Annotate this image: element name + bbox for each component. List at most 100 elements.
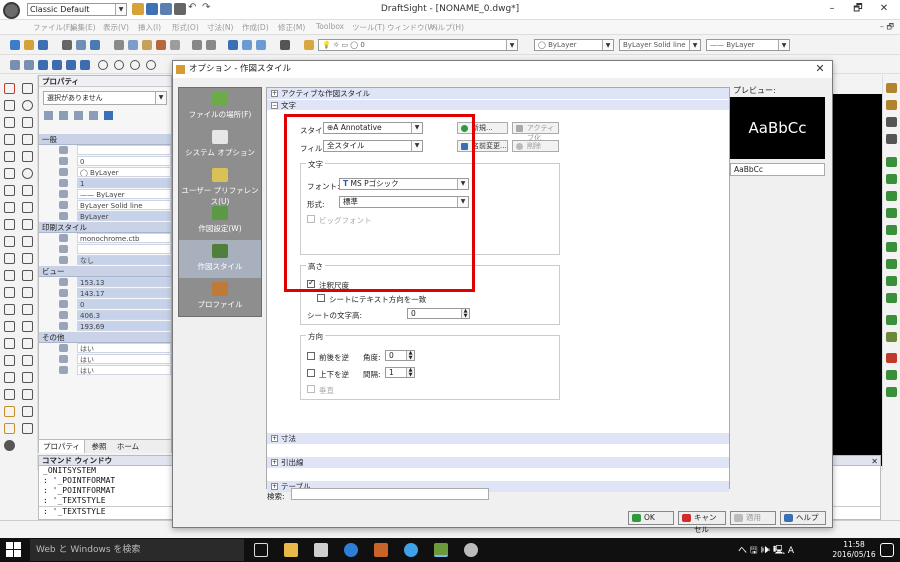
break-tool-icon[interactable] xyxy=(22,372,33,383)
nav-file-locations[interactable]: ファイルの場所(F) xyxy=(179,88,261,126)
file-explorer-icon[interactable] xyxy=(284,543,298,557)
spin-icon[interactable]: ▲ ▼ xyxy=(406,351,414,360)
layer-unlock-icon[interactable] xyxy=(886,242,897,252)
undo-icon[interactable] xyxy=(192,40,202,50)
prop-value[interactable]: はい xyxy=(77,365,171,375)
close-icon[interactable]: ✕ xyxy=(812,62,828,76)
erase-icon[interactable] xyxy=(170,40,180,50)
close-icon[interactable]: ✕ xyxy=(872,2,896,16)
prop-value[interactable]: monochrome.ctb xyxy=(77,233,171,243)
trim-tool-icon[interactable] xyxy=(4,321,15,332)
help-button[interactable]: ヘルプ xyxy=(780,511,826,525)
polar-icon[interactable] xyxy=(52,60,62,70)
sheet-height-input[interactable]: 0 ▲ ▼ xyxy=(407,308,470,319)
minimize-icon[interactable]: – xyxy=(820,2,844,16)
section-general[interactable]: 一般 xyxy=(39,134,171,145)
lineweight-combo[interactable]: —— ByLayer ▼ xyxy=(706,39,790,51)
collapse-icon[interactable]: − xyxy=(271,102,278,109)
mtext-tool-icon[interactable] xyxy=(22,253,33,264)
chevron-down-icon[interactable]: ▼ xyxy=(155,92,166,104)
expand-icon[interactable]: + xyxy=(271,459,278,466)
menu-tools[interactable]: ツール(T) xyxy=(352,22,385,33)
circle-tool-icon[interactable] xyxy=(22,100,33,111)
polygon-tool-icon[interactable] xyxy=(4,134,15,145)
redo-icon[interactable] xyxy=(206,40,216,50)
search-input[interactable] xyxy=(291,488,489,500)
region-tool-icon[interactable] xyxy=(22,185,33,196)
menu-modify[interactable]: 修正(M) xyxy=(278,22,305,33)
menu-insert[interactable]: 挿入(I) xyxy=(138,22,161,33)
offset-tool-icon[interactable] xyxy=(22,304,33,315)
layer-walk-icon[interactable] xyxy=(886,315,897,325)
section-view[interactable]: ビュー xyxy=(39,266,171,277)
layer-delete-icon[interactable] xyxy=(886,353,897,363)
polyline-tool-icon[interactable] xyxy=(22,83,33,94)
table-tool-icon[interactable] xyxy=(4,202,15,213)
redo-icon[interactable]: ↷ xyxy=(202,3,214,15)
close-icon[interactable]: ✕ xyxy=(871,457,878,466)
activate-style-button[interactable]: アクティブ化 xyxy=(512,122,559,142)
save-as-icon[interactable] xyxy=(160,3,172,15)
attribute-tool-icon[interactable] xyxy=(4,236,15,247)
prop-value[interactable]: 193.69 xyxy=(77,321,171,331)
prop-value[interactable]: 0 xyxy=(77,156,171,166)
grid-icon[interactable] xyxy=(38,60,48,70)
menu-help[interactable]: ヘルプ(H) xyxy=(430,22,464,33)
tab-home[interactable]: ホーム xyxy=(113,440,143,453)
spacing-input[interactable]: 1 ▲ ▼ xyxy=(385,367,415,378)
prop-value[interactable]: 0 xyxy=(77,299,171,309)
group-text[interactable]: − 文字 xyxy=(267,99,729,110)
measure-tool-icon[interactable] xyxy=(4,406,15,417)
layer-manager-icon[interactable] xyxy=(280,40,290,50)
match-icon[interactable] xyxy=(156,40,166,50)
layer-change-icon[interactable] xyxy=(886,370,897,380)
mirror-tool-icon[interactable] xyxy=(4,304,15,315)
section-print-style[interactable]: 印刷スタイル xyxy=(39,222,171,233)
expand-icon[interactable]: + xyxy=(271,483,278,490)
paste-icon[interactable] xyxy=(142,40,152,50)
ok-button[interactable]: OK xyxy=(628,511,674,525)
layer-combo[interactable]: 💡 ☼ ▭ ◯ 0 ▼ xyxy=(318,39,518,51)
task-view-icon[interactable] xyxy=(254,543,268,557)
linetype-combo[interactable]: ByLayer Solid line ▼ xyxy=(619,39,701,51)
stretch-tool-icon[interactable] xyxy=(4,372,15,383)
clock[interactable]: 11:58 2016/05/16 xyxy=(830,540,878,560)
layer-copy-icon[interactable] xyxy=(886,387,897,397)
system-tray[interactable]: へ 🖫 🕪 🖳 A xyxy=(738,543,794,559)
pen-tool-icon[interactable] xyxy=(22,423,33,434)
prop-value[interactable]: —— ByLayer xyxy=(77,189,171,199)
workspace-combo[interactable]: Classic Default ▼ xyxy=(27,3,127,16)
ie-icon[interactable] xyxy=(404,543,418,557)
scale-tool-icon[interactable] xyxy=(22,287,33,298)
copy-tool-icon[interactable] xyxy=(22,270,33,281)
tab-properties[interactable]: プロパティ xyxy=(39,440,86,453)
preview-icon[interactable] xyxy=(76,40,86,50)
prop-value[interactable] xyxy=(77,145,171,155)
dim-linear-icon[interactable] xyxy=(886,83,897,93)
layer-thaw-icon[interactable] xyxy=(886,208,897,218)
chamfer-tool-icon[interactable] xyxy=(22,338,33,349)
store-icon[interactable] xyxy=(314,543,328,557)
etrack-icon[interactable] xyxy=(80,60,90,70)
angle-input[interactable]: 0 ▲ ▼ xyxy=(385,350,415,361)
esnap-icon[interactable] xyxy=(66,60,76,70)
publish-icon[interactable] xyxy=(90,40,100,50)
prop-value[interactable]: はい xyxy=(77,354,171,364)
prop-value[interactable]: ◯ ByLayer xyxy=(77,167,171,177)
nav-user-preferences[interactable]: ユーザー プリファレンス(U) xyxy=(179,164,261,206)
draftsight-taskbar-icon[interactable] xyxy=(434,543,448,557)
donut-tool-icon[interactable] xyxy=(22,168,33,179)
move-tool-icon[interactable] xyxy=(4,270,15,281)
chevron-down-icon[interactable]: ▼ xyxy=(506,40,517,50)
quadrant-snap-icon[interactable] xyxy=(130,60,140,70)
color-combo[interactable]: ◯ ByLayer ▼ xyxy=(534,39,614,51)
menu-draw[interactable]: 作成(D) xyxy=(242,22,269,33)
rotate-tool-icon[interactable] xyxy=(4,287,15,298)
copy-icon[interactable] xyxy=(128,40,138,50)
windows-start-icon[interactable] xyxy=(6,542,22,558)
menu-file[interactable]: ファイル(F) xyxy=(33,22,73,33)
expand-icon[interactable]: + xyxy=(271,435,278,442)
palette-tool-icon[interactable] xyxy=(4,440,15,451)
preview-text-input[interactable]: AaBbCc xyxy=(730,163,825,176)
prop-value[interactable]: なし xyxy=(77,255,171,265)
